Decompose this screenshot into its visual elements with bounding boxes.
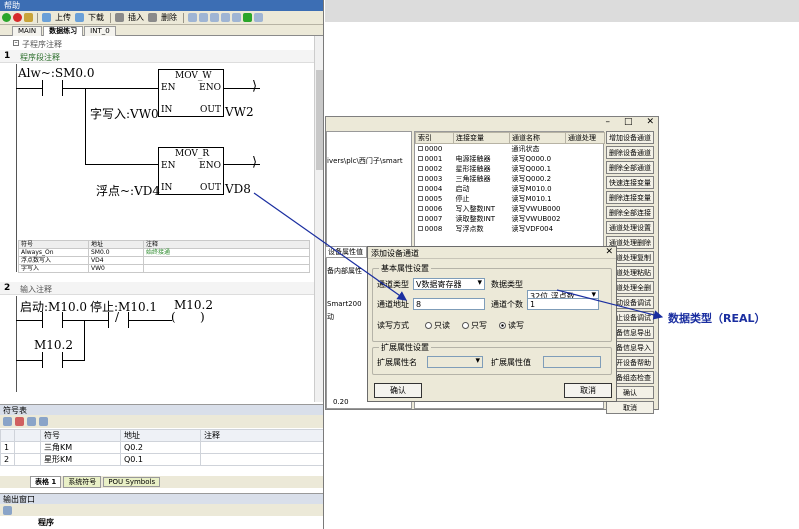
arrow-line-datatype: [556, 289, 664, 320]
annotation-label: 数据类型（REAL）: [668, 312, 766, 325]
annotation-arrows: [253, 192, 664, 320]
arrow-line-vd8: [253, 192, 407, 301]
